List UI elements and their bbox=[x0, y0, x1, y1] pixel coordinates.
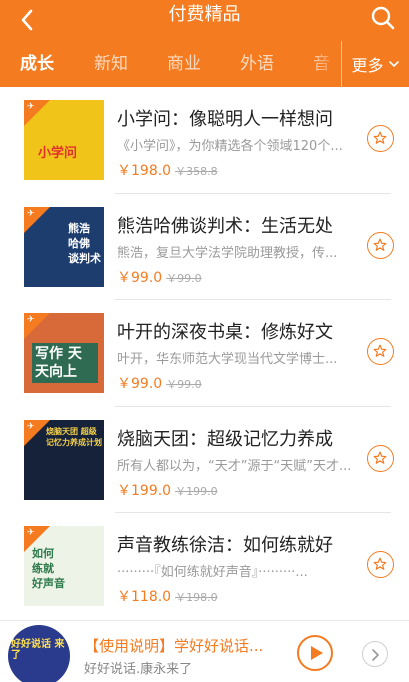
course-title: 熊浩哈佛谈判术：生活无处 bbox=[117, 215, 333, 237]
open-player-button[interactable] bbox=[362, 641, 388, 667]
star-icon bbox=[373, 557, 387, 570]
current-price: ￥198.0 bbox=[117, 163, 172, 179]
tag-icon: ✈ bbox=[27, 421, 35, 432]
price: ￥199.0 ￥199.0 bbox=[117, 480, 218, 500]
course-title: 声音教练徐洁：如何练就好 bbox=[117, 535, 333, 556]
top-bar: 付费精品 bbox=[0, 0, 409, 41]
price: ￥99.0 ￥99.0 bbox=[117, 373, 202, 393]
tag-icon: ✈ bbox=[27, 315, 35, 325]
cover-title: 熊浩 哈佛 谈判术 bbox=[68, 221, 101, 265]
course-description: 所有人都以为，“天才”源于“天赋”天才... bbox=[117, 458, 352, 474]
category-tab-bar: 成长 新知 商业 外语 音 更多 bbox=[0, 41, 409, 87]
star-icon bbox=[373, 238, 387, 251]
player-thumbnail: 好好说话 来了 bbox=[8, 625, 70, 682]
search-icon[interactable] bbox=[369, 4, 397, 32]
course-cover: ✈ 熊浩 哈佛 谈判术 bbox=[24, 206, 104, 287]
favorite-button[interactable] bbox=[367, 444, 394, 472]
favorite-button[interactable] bbox=[367, 125, 394, 152]
current-price: ￥99.0 bbox=[117, 376, 163, 392]
tag-icon: ✈ bbox=[27, 528, 35, 538]
list-item[interactable]: ✈ 写作 天天向上 叶开的深夜书桌：修炼好文 叶开，华东师范大学现当代文学博士.… bbox=[0, 300, 409, 407]
price: ￥118.0 ￥198.0 bbox=[117, 586, 218, 606]
course-cover: ✈ 小学问 bbox=[24, 100, 104, 180]
favorite-button[interactable] bbox=[367, 338, 394, 365]
list-item[interactable]: ✈ 熊浩 哈佛 谈判术 熊浩哈佛谈判术：生活无处 熊浩，复旦大学法学院助理教授，… bbox=[0, 194, 409, 300]
cover-title: 烧脑天团 超级记忆力养成计划 bbox=[46, 426, 102, 447]
course-title: 烧脑天团：超级记忆力养成 bbox=[117, 428, 333, 450]
course-description: 叶开，华东师范大学现当代文学博士... bbox=[117, 352, 338, 367]
tab-new-knowledge[interactable]: 新知 bbox=[94, 41, 128, 87]
mini-player[interactable]: 好好说话 来了 【使用说明】学好好说话... 好好说话.康永来了 bbox=[0, 620, 409, 682]
page-title: 付费精品 bbox=[168, 4, 241, 25]
more-label: 更多 bbox=[351, 56, 384, 75]
more-categories-button[interactable]: 更多 bbox=[341, 41, 409, 87]
category-tabs: 成长 新知 商业 外语 音 bbox=[0, 41, 340, 87]
chevron-right-icon bbox=[372, 649, 379, 661]
cover-title: 写作 天天向上 bbox=[32, 343, 98, 383]
thumbnail-title: 好好说话 来了 bbox=[11, 639, 65, 661]
play-icon bbox=[311, 646, 323, 660]
star-icon bbox=[373, 344, 387, 357]
original-price: ￥198.0 bbox=[175, 591, 218, 604]
course-cover: ✈ 如何 练就 好声音 bbox=[24, 526, 104, 606]
current-price: ￥199.0 bbox=[117, 482, 172, 499]
list-item[interactable]: ✈ 小学问 小学问：像聪明人一样想问 《小学问》，为你精选各个领域120个...… bbox=[0, 87, 409, 194]
tab-fade bbox=[310, 41, 340, 87]
original-price: ￥99.0 bbox=[166, 378, 202, 391]
favorite-button[interactable] bbox=[367, 231, 394, 259]
course-description: 熊浩，复旦大学法学院助理教授，传... bbox=[117, 245, 338, 261]
tab-foreign-language[interactable]: 外语 bbox=[240, 41, 274, 87]
course-title: 小学问：像聪明人一样想问 bbox=[117, 109, 333, 130]
price: ￥99.0 ￥99.0 bbox=[117, 267, 202, 287]
tab-growth[interactable]: 成长 bbox=[20, 41, 54, 87]
current-price: ￥118.0 bbox=[117, 589, 172, 605]
course-cover: ✈ 写作 天天向上 bbox=[24, 313, 104, 393]
chevron-down-icon bbox=[388, 61, 399, 67]
cover-title: 小学问 bbox=[38, 146, 78, 161]
price: ￥198.0 ￥358.8 bbox=[117, 160, 218, 180]
tab-business[interactable]: 商业 bbox=[167, 41, 201, 87]
course-list: ✈ 小学问 小学问：像聪明人一样想问 《小学问》，为你精选各个领域120个...… bbox=[0, 87, 409, 620]
course-description: ·········『如何练就好声音』·········... bbox=[117, 565, 308, 580]
player-title: 【使用说明】学好好说话... bbox=[84, 637, 264, 655]
original-price: ￥358.8 bbox=[175, 165, 218, 178]
favorite-button[interactable] bbox=[367, 551, 394, 578]
course-title: 叶开的深夜书桌：修炼好文 bbox=[117, 322, 333, 343]
original-price: ￥99.0 bbox=[166, 271, 202, 285]
original-price: ￥199.0 bbox=[175, 484, 218, 498]
list-item[interactable]: ✈ 如何 练就 好声音 声音教练徐洁：如何练就好 ·········『如何练就好… bbox=[0, 513, 409, 620]
current-price: ￥99.0 bbox=[117, 269, 163, 286]
cover-title: 如何 练就 好声音 bbox=[32, 547, 65, 590]
tag-icon: ✈ bbox=[27, 208, 35, 219]
star-icon bbox=[373, 451, 387, 464]
tag-icon: ✈ bbox=[27, 102, 35, 112]
play-button[interactable] bbox=[297, 635, 333, 671]
course-description: 《小学问》，为你精选各个领域120个... bbox=[117, 139, 343, 154]
star-icon bbox=[373, 131, 387, 144]
list-item[interactable]: ✈ 烧脑天团 超级记忆力养成计划 烧脑天团：超级记忆力养成 所有人都以为，“天才… bbox=[0, 407, 409, 513]
player-subtitle: 好好说话.康永来了 bbox=[84, 662, 193, 677]
course-cover: ✈ 烧脑天团 超级记忆力养成计划 bbox=[24, 419, 104, 500]
